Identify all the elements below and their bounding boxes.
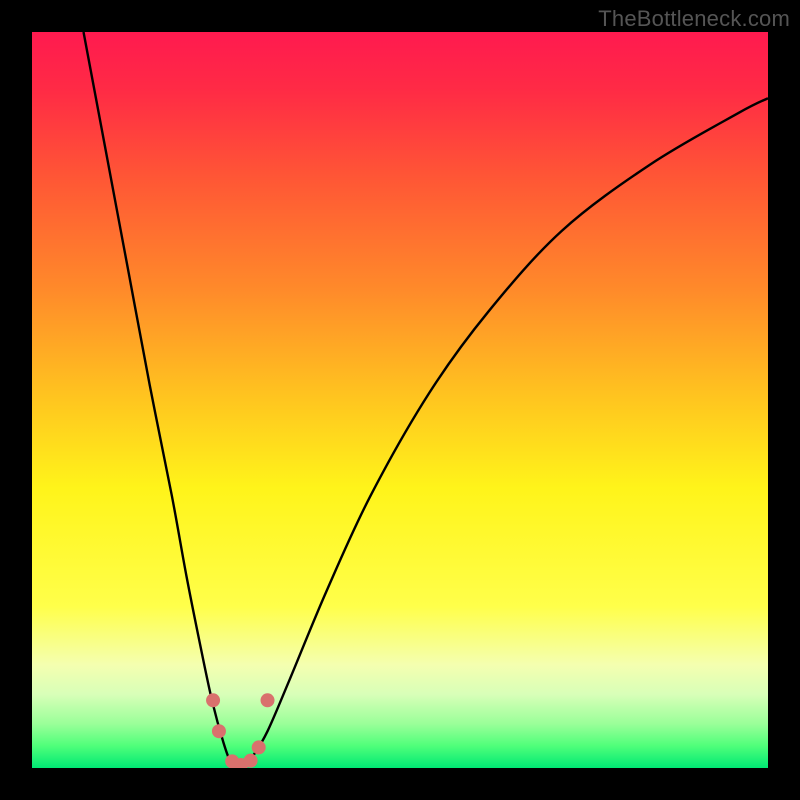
bottleneck-chart bbox=[32, 32, 768, 768]
curve-marker bbox=[252, 740, 266, 754]
curve-marker bbox=[206, 693, 220, 707]
chart-frame bbox=[32, 32, 768, 768]
curve-marker bbox=[261, 693, 275, 707]
gradient-background bbox=[32, 32, 768, 768]
watermark-text: TheBottleneck.com bbox=[598, 6, 790, 32]
curve-marker bbox=[244, 754, 258, 768]
curve-marker bbox=[212, 724, 226, 738]
